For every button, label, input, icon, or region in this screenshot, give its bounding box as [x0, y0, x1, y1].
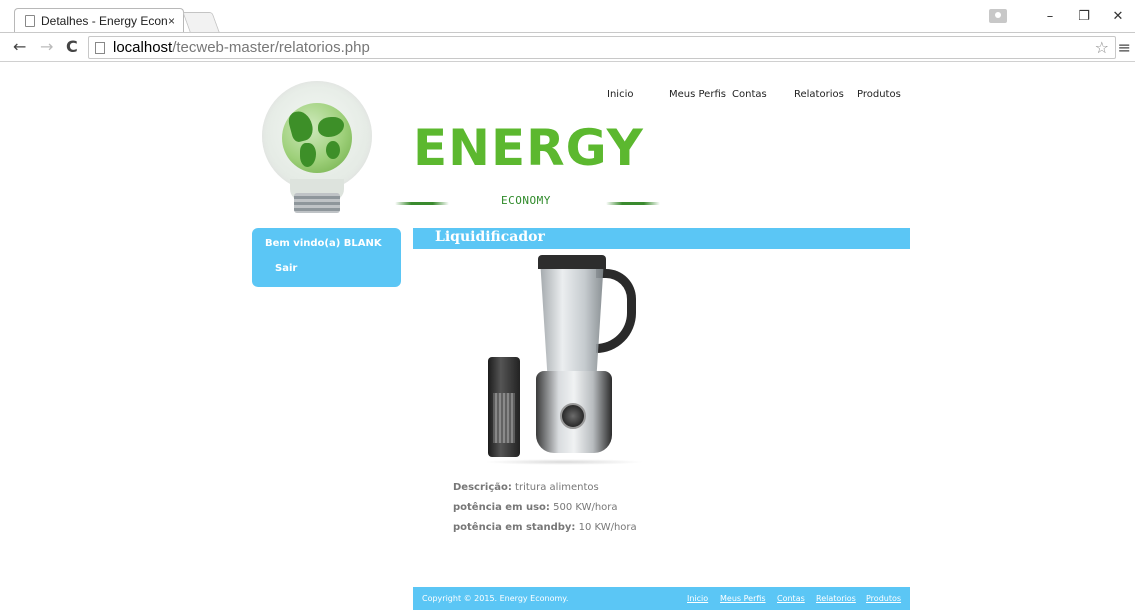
- url-path: /tecweb-master/relatorios.php: [172, 39, 370, 56]
- bulb-base: [294, 193, 340, 213]
- product-details: Descrição: tritura alimentos potência em…: [453, 482, 637, 542]
- footer-link-produtos[interactable]: Produtos: [866, 594, 901, 603]
- browser-menu-icon[interactable]: ≡: [1118, 38, 1131, 57]
- blender-knob: [560, 403, 586, 429]
- blender-image: [484, 253, 644, 467]
- close-window-button[interactable]: ✕: [1101, 9, 1135, 24]
- description-label: Descrição:: [453, 482, 512, 493]
- page-icon: [25, 14, 35, 27]
- grass-decoration-right: [606, 202, 660, 205]
- brand-tagline: ECONOMY: [501, 194, 551, 207]
- browser-toolbar: ← → C localhost/tecweb-master/relatorios…: [0, 32, 1135, 62]
- nav-relatorios[interactable]: Relatorios: [794, 89, 844, 100]
- product-title-bar: Liquidificador: [413, 228, 910, 249]
- footer-link-relatorios[interactable]: Relatorios: [816, 594, 856, 603]
- url-host: localhost: [113, 39, 173, 56]
- address-bar[interactable]: localhost/tecweb-master/relatorios.php ☆: [88, 36, 1116, 59]
- nav-produtos[interactable]: Produtos: [857, 89, 901, 100]
- globe-icon: [282, 103, 352, 173]
- image-shadow: [484, 459, 644, 465]
- reload-icon[interactable]: C: [66, 37, 78, 56]
- welcome-text: Bem vindo(a) BLANK: [265, 238, 382, 249]
- page-content: ENERGY ECONOMY Inicio Meus Perfis Contas…: [0, 63, 1135, 610]
- tab-close-icon[interactable]: ×: [168, 14, 175, 28]
- document-icon: [95, 41, 105, 54]
- power-use-value: 500 KW/hora: [549, 502, 618, 513]
- detail-power-standby: potência em standby: 10 KW/hora: [453, 522, 637, 542]
- bookmark-star-icon[interactable]: ☆: [1095, 38, 1109, 57]
- page-footer: Copyright © 2015. Energy Economy. Inicio…: [413, 587, 910, 610]
- nav-contas[interactable]: Contas: [732, 89, 767, 100]
- detail-power-use: potência em uso: 500 KW/hora: [453, 502, 637, 522]
- user-sidebar: Bem vindo(a) BLANK Sair: [252, 228, 401, 287]
- nav-meus-perfis[interactable]: Meus Perfis: [669, 89, 726, 100]
- logo-bulb-globe: [252, 81, 382, 216]
- footer-link-contas[interactable]: Contas: [777, 594, 805, 603]
- logout-link[interactable]: Sair: [275, 263, 297, 274]
- brand-title: ENERGY: [413, 119, 644, 177]
- new-tab-button[interactable]: [182, 12, 220, 32]
- profile-icon[interactable]: [989, 9, 1007, 23]
- minimize-button[interactable]: –: [1033, 9, 1067, 24]
- blender-lid: [538, 255, 606, 269]
- power-standby-label: potência em standby:: [453, 522, 576, 533]
- filter-mesh: [493, 393, 515, 443]
- footer-link-meus-perfis[interactable]: Meus Perfis: [720, 594, 766, 603]
- back-icon[interactable]: ←: [13, 37, 26, 56]
- browser-tab-active[interactable]: Detalhes - Energy Econom ×: [14, 8, 184, 32]
- footer-link-inicio[interactable]: Inicio: [687, 594, 708, 603]
- description-value: tritura alimentos: [511, 482, 599, 493]
- grass-decoration-left: [395, 202, 449, 205]
- tab-title: Detalhes - Energy Econom: [41, 13, 168, 28]
- power-use-label: potência em uso:: [453, 502, 550, 513]
- detail-description: Descrição: tritura alimentos: [453, 482, 637, 502]
- nav-inicio[interactable]: Inicio: [607, 89, 633, 100]
- forward-icon[interactable]: →: [40, 37, 53, 56]
- browser-tabstrip: Detalhes - Energy Econom × – ❐ ✕: [0, 0, 1135, 32]
- power-standby-value: 10 KW/hora: [575, 522, 637, 533]
- copyright-text: Copyright © 2015. Energy Economy.: [422, 594, 569, 603]
- window-controls: – ❐ ✕: [989, 4, 1135, 28]
- restore-button[interactable]: ❐: [1067, 9, 1101, 24]
- blender-jar: [540, 259, 604, 379]
- product-title: Liquidificador: [435, 229, 545, 245]
